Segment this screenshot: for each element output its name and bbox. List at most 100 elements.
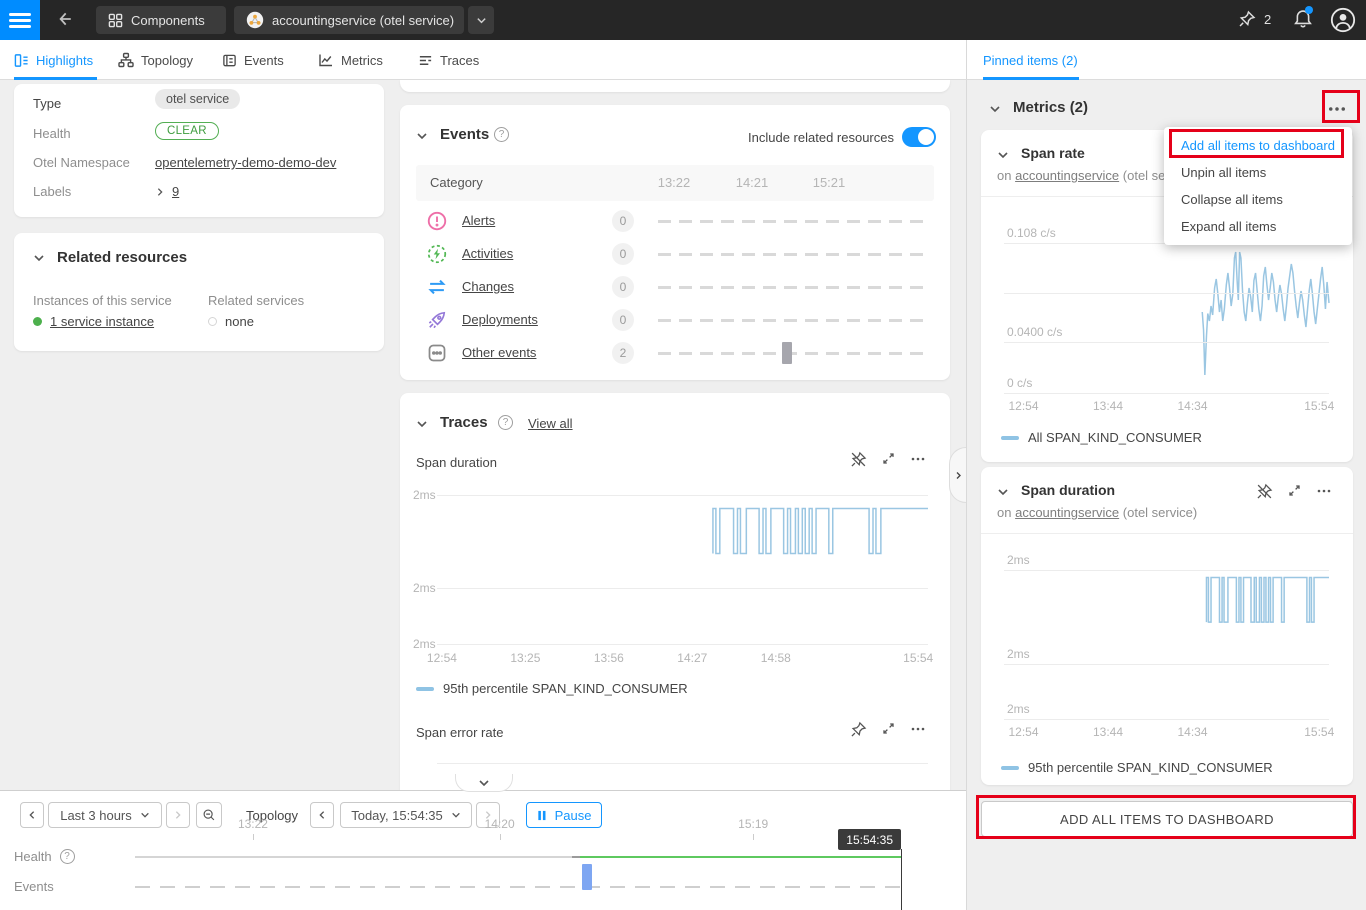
- span-error-gridline: [437, 763, 928, 764]
- more-options-icon[interactable]: [1316, 483, 1332, 500]
- service-icon: [246, 11, 264, 29]
- right-panel-collapse-handle[interactable]: [949, 447, 966, 503]
- more-options-icon[interactable]: [910, 451, 926, 468]
- expand-icon[interactable]: [881, 721, 896, 738]
- activities-count-badge: 0: [612, 243, 634, 265]
- pin-icon[interactable]: [850, 721, 867, 738]
- legend-swatch: [1001, 436, 1019, 440]
- deployments-count-badge: 0: [612, 309, 634, 331]
- other-events-icon: [427, 343, 447, 366]
- time-header: 14:21: [736, 175, 769, 190]
- x-axis-tick-label: 12:54: [1008, 725, 1038, 739]
- tab-metrics[interactable]: Metrics: [318, 40, 383, 80]
- subtitle-prefix: on: [997, 168, 1011, 183]
- hamburger-bar: [9, 25, 31, 28]
- alerts-link[interactable]: Alerts: [462, 213, 495, 228]
- tab-components-label: Components: [131, 13, 205, 28]
- unpin-icon[interactable]: [850, 451, 867, 468]
- namespace-link[interactable]: opentelemetry-demo-demo-dev: [155, 155, 336, 170]
- menu-item-add-all-to-dashboard[interactable]: Add all items to dashboard: [1164, 132, 1352, 159]
- menu-item-collapse-all[interactable]: Collapse all items: [1164, 186, 1352, 213]
- span-duration-chart-title: Span duration: [416, 455, 497, 470]
- changes-link[interactable]: Changes: [462, 279, 514, 294]
- include-related-toggle[interactable]: [902, 127, 936, 147]
- related-collapse-chevron[interactable]: [33, 252, 45, 267]
- y-axis-tick-label: 2ms: [413, 637, 433, 651]
- metrics-more-options-button[interactable]: [1327, 99, 1347, 122]
- pin-icon: [1238, 10, 1256, 28]
- legend-label: 95th percentile SPAN_KIND_CONSUMER: [443, 681, 688, 696]
- pinned-items-panel: Metrics (2) Span rate on accountingservi…: [966, 80, 1366, 910]
- unpin-icon[interactable]: [1256, 483, 1273, 500]
- type-label: Type: [33, 96, 61, 111]
- legend-label: All SPAN_KIND_CONSUMER: [1028, 430, 1202, 445]
- events-section-title: Events: [440, 126, 489, 143]
- service-instance-link[interactable]: 1 service instance: [50, 314, 154, 329]
- x-axis-tick-label: 12:54: [1008, 399, 1038, 413]
- back-button[interactable]: [55, 10, 73, 31]
- app-root: Components accountingservice (otel servi…: [0, 0, 1366, 910]
- menu-item-unpin-all[interactable]: Unpin all items: [1164, 159, 1352, 186]
- expand-icon[interactable]: [1287, 483, 1302, 500]
- other-events-link[interactable]: Other events: [462, 345, 536, 360]
- activities-link[interactable]: Activities: [462, 246, 513, 261]
- help-icon[interactable]: ?: [494, 127, 509, 142]
- hamburger-menu-button[interactable]: [0, 0, 40, 40]
- bottom-panel-collapse-tab[interactable]: [455, 774, 513, 792]
- playhead-line[interactable]: [901, 849, 903, 910]
- traces-collapse-chevron[interactable]: [416, 418, 428, 433]
- user-avatar[interactable]: [1330, 7, 1356, 36]
- health-status-badge: CLEAR: [155, 122, 219, 140]
- tab-entity[interactable]: accountingservice (otel service): [234, 6, 464, 34]
- deployments-link[interactable]: Deployments: [462, 312, 538, 327]
- menu-item-expand-all[interactable]: Expand all items: [1164, 213, 1352, 240]
- events-row-activities: Activities 0: [400, 241, 950, 274]
- timeline-tick-label: 13:22: [238, 817, 268, 831]
- pinned-items-button[interactable]: 2: [1238, 10, 1271, 28]
- tab-events[interactable]: Events: [222, 40, 284, 80]
- traces-section-title: Traces: [440, 414, 488, 431]
- add-all-items-to-dashboard-button[interactable]: ADD ALL ITEMS TO DASHBOARD: [981, 801, 1353, 837]
- gridline: [1004, 664, 1329, 665]
- tab-highlights[interactable]: Highlights: [14, 40, 93, 80]
- metrics-icon: [318, 52, 334, 68]
- related-services-value: none: [225, 314, 254, 329]
- time-header: 13:22: [658, 175, 691, 190]
- chevron-right-icon[interactable]: [155, 187, 165, 197]
- span-duration-legend-right: 95th percentile SPAN_KIND_CONSUMER: [1001, 760, 1273, 775]
- tab-entity-dropdown[interactable]: [468, 6, 494, 34]
- range-back-button[interactable]: [20, 802, 44, 828]
- x-axis-tick-label: 15:54: [1304, 399, 1334, 413]
- span-rate-title: Span rate: [1021, 145, 1085, 161]
- x-axis-tick-label: 14:27: [677, 651, 707, 665]
- subtitle-prefix: on: [997, 505, 1011, 520]
- labels-count-link[interactable]: 9: [172, 184, 179, 199]
- timeline-bar: Last 3 hours Topology Today, 15:54:35 Pa…: [0, 790, 966, 910]
- help-icon[interactable]: ?: [60, 849, 75, 864]
- card-collapse-chevron[interactable]: [997, 486, 1009, 501]
- x-axis-tick-label: 13:25: [510, 651, 540, 665]
- events-collapse-chevron[interactable]: [416, 130, 428, 145]
- events-row-deployments: Deployments 0: [400, 307, 950, 340]
- span-duration-legend: 95th percentile SPAN_KIND_CONSUMER: [416, 681, 688, 696]
- entity-link[interactable]: accountingservice: [1015, 168, 1119, 183]
- more-options-icon[interactable]: [910, 721, 926, 738]
- tab-traces[interactable]: Traces: [418, 40, 479, 80]
- expand-icon[interactable]: [881, 451, 896, 468]
- tab-topology[interactable]: Topology: [118, 40, 193, 80]
- view-all-link[interactable]: View all: [528, 416, 573, 431]
- entity-link[interactable]: accountingservice: [1015, 505, 1119, 520]
- notifications-button[interactable]: [1292, 8, 1314, 33]
- timeline-track[interactable]: 13:2214:2015:19 15:54:35: [135, 817, 901, 907]
- gridline: [1004, 719, 1329, 720]
- metrics-collapse-chevron[interactable]: [989, 103, 1001, 118]
- other-events-count-badge: 2: [612, 342, 634, 364]
- tab-pinned-items[interactable]: Pinned items (2): [983, 40, 1078, 80]
- card-collapse-chevron[interactable]: [997, 149, 1009, 164]
- tab-components[interactable]: Components: [96, 6, 226, 34]
- help-icon[interactable]: ?: [498, 415, 513, 430]
- include-related-label: Include related resources: [748, 130, 894, 145]
- y-axis-tick-label: 0 c/s: [1007, 376, 1032, 390]
- span-duration-plot-right: 2ms2ms2ms12:5413:4414:3415:54: [1004, 570, 1329, 719]
- tab-traces-label: Traces: [440, 53, 479, 68]
